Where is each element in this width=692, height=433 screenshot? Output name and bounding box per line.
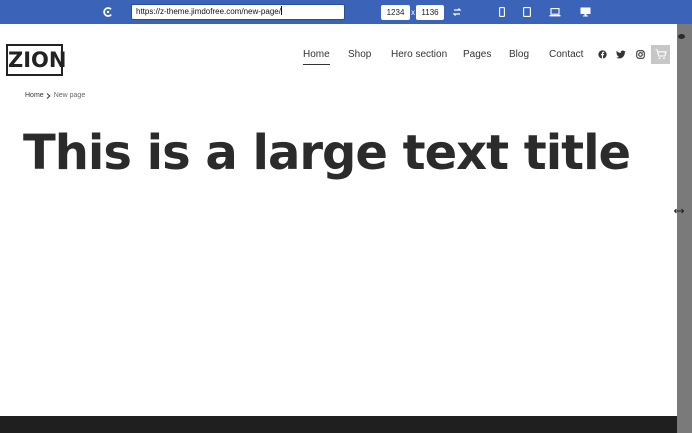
footer-bar <box>0 416 677 433</box>
facebook-icon[interactable] <box>596 48 608 60</box>
hero-title: This is a large text title <box>23 125 631 181</box>
tablet-icon[interactable] <box>522 4 532 20</box>
nav-contact[interactable]: Contact <box>549 47 583 63</box>
cart-icon <box>655 49 667 60</box>
rotate-icon[interactable] <box>451 4 463 20</box>
nav-hero-section[interactable]: Hero section <box>391 47 447 63</box>
instagram-icon[interactable] <box>634 48 646 60</box>
cart-button[interactable] <box>651 45 670 64</box>
scrollbar[interactable] <box>677 24 692 433</box>
width-input[interactable]: 1234 <box>381 5 410 20</box>
nav-pages[interactable]: Pages <box>463 47 491 63</box>
height-input[interactable]: 1136 <box>416 5 444 20</box>
nav-home[interactable]: Home <box>303 47 330 65</box>
page-preview <box>0 24 677 433</box>
breadcrumb-current: New page <box>53 92 86 99</box>
desktop-icon[interactable] <box>579 4 591 20</box>
scroll-indicator <box>678 34 685 39</box>
logo-icon[interactable] <box>101 4 115 20</box>
twitter-icon[interactable] <box>615 48 627 60</box>
nav-shop[interactable]: Shop <box>348 47 371 63</box>
phone-icon[interactable] <box>498 4 506 20</box>
url-input[interactable]: https://z-theme.jimdofree.com/new-page/ <box>131 4 345 20</box>
breadcrumb: Home New page <box>25 90 85 102</box>
chevron-right-icon <box>44 93 54 99</box>
site-logo[interactable]: ZION <box>6 44 66 76</box>
nav-blog[interactable]: Blog <box>509 47 529 63</box>
preview-toolbar: https://z-theme.jimdofree.com/new-page/ … <box>0 0 692 24</box>
laptop-icon[interactable] <box>549 4 561 20</box>
resize-handle-icon[interactable] <box>672 206 686 216</box>
breadcrumb-home[interactable]: Home <box>25 90 44 102</box>
